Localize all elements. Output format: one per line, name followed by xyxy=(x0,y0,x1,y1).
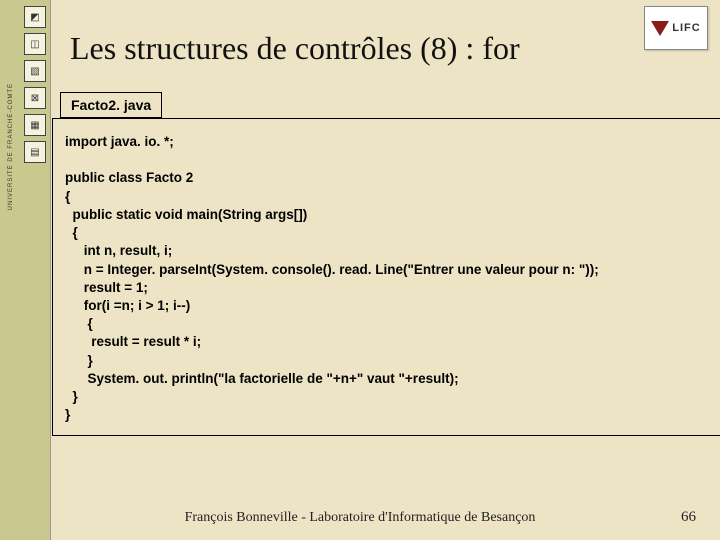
code-line: } xyxy=(65,407,70,422)
side-icon: ◫ xyxy=(24,33,46,55)
code-line: } xyxy=(65,353,93,368)
triangle-icon xyxy=(651,21,669,36)
code-line: result = 1; xyxy=(65,280,148,295)
code-line: { xyxy=(65,316,93,331)
code-line: result = result * i; xyxy=(65,334,201,349)
code-line: } xyxy=(65,389,78,404)
code-line: for(i =n; i > 1; i--) xyxy=(65,298,190,313)
code-line: n = Integer. parseInt(System. console().… xyxy=(65,262,599,277)
slide-title: Les structures de contrôles (8) : for xyxy=(70,30,520,67)
side-icon: ⊠ xyxy=(24,87,46,109)
university-label: UNIVERSITÉ DE FRANCHE-COMTÉ xyxy=(8,83,14,210)
code-line: { xyxy=(65,225,78,240)
sidebar: UNIVERSITÉ DE FRANCHE-COMTÉ ◩ ◫ ▧ ⊠ ▦ ▤ xyxy=(0,0,51,540)
footer-text: François Bonneville - Laboratoire d'Info… xyxy=(0,510,720,526)
lifc-logo: LIFC xyxy=(644,6,708,50)
code-line: { xyxy=(65,189,70,204)
side-icon: ▧ xyxy=(24,60,46,82)
code-line: public class Facto 2 xyxy=(65,170,193,185)
code-line: import java. io. *; xyxy=(65,134,174,149)
code-box: import java. io. *; public class Facto 2… xyxy=(52,118,720,436)
code-line: public static void main(String args[]) xyxy=(65,207,307,222)
sidebar-icons: ◩ ◫ ▧ ⊠ ▦ ▤ xyxy=(24,6,46,163)
side-icon: ▦ xyxy=(24,114,46,136)
side-icon: ▤ xyxy=(24,141,46,163)
logo-text: LIFC xyxy=(672,22,700,34)
filename-box: Facto2. java xyxy=(60,92,162,118)
code-line: System. out. println("la factorielle de … xyxy=(65,371,459,386)
side-icon: ◩ xyxy=(24,6,46,28)
page-number: 66 xyxy=(681,509,696,526)
code-line: int n, result, i; xyxy=(65,243,172,258)
